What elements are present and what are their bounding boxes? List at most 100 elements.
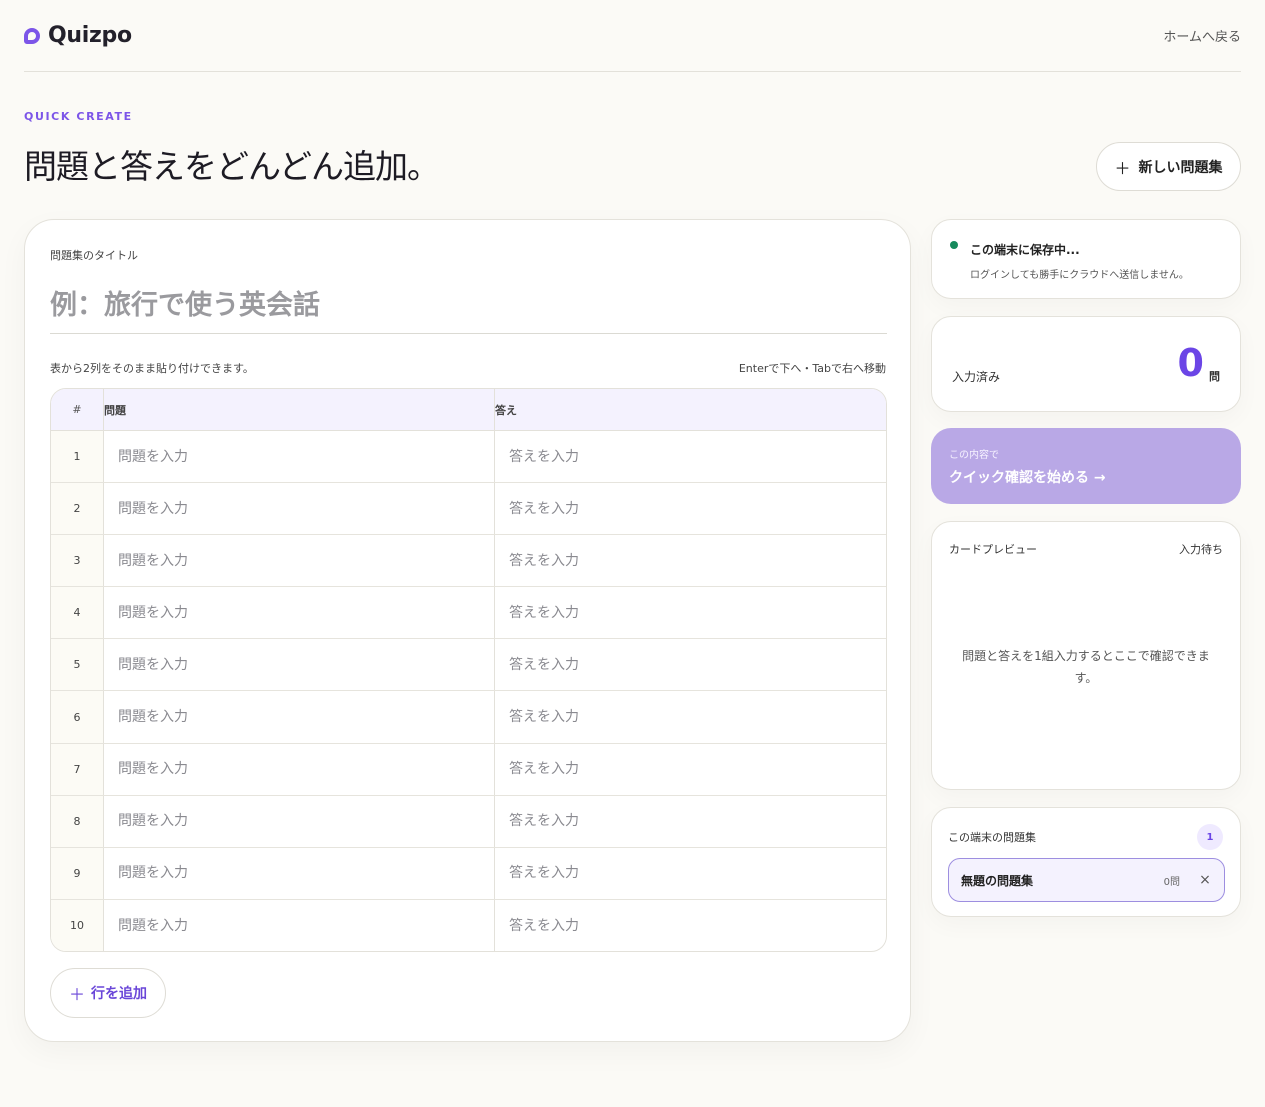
answer-cell: [494, 743, 886, 795]
table-row: 4: [51, 587, 886, 640]
plus-icon: ＋: [68, 985, 85, 1004]
qa-table: # 問題 答え 12345678910: [50, 388, 887, 952]
question-input[interactable]: [104, 431, 494, 483]
save-status-subtitle: ログインしても勝手にクラウドへ送信しません。: [970, 270, 1189, 281]
plus-icon: ＋: [1114, 158, 1131, 178]
card-preview-label: カードプレビュー: [949, 543, 1037, 556]
entered-count-unit: 問: [1209, 370, 1220, 383]
column-header-num: #: [72, 403, 82, 416]
answer-cell: [494, 535, 886, 587]
row-number: 1: [51, 431, 103, 483]
keyboard-hint: Enterで下へ・Tabで右へ移動: [738, 362, 886, 375]
answer-cell: [494, 847, 886, 899]
entered-count-value: 0: [1177, 341, 1204, 385]
top-bar: Quizpo ホームへ戻る: [24, 0, 1241, 72]
row-number: 10: [51, 899, 103, 951]
answer-input[interactable]: [495, 847, 886, 899]
table-row: 3: [51, 535, 886, 588]
column-header-question: 問題: [103, 389, 494, 430]
question-cell: [103, 795, 494, 847]
question-input[interactable]: [104, 899, 494, 951]
status-dot-icon: [950, 241, 958, 249]
table-row: 2: [51, 483, 886, 536]
card-preview-message: 問題と答えを1組入力するとここで確認できます。: [962, 649, 1210, 685]
answer-input[interactable]: [495, 431, 886, 483]
answer-input[interactable]: [495, 795, 886, 847]
row-number: 9: [51, 847, 103, 899]
answer-input[interactable]: [495, 535, 886, 587]
local-sets-label: この端末の問題集: [948, 831, 1036, 844]
answer-input[interactable]: [495, 691, 886, 743]
new-set-button[interactable]: ＋ 新しい問題集: [1096, 142, 1241, 191]
answer-input[interactable]: [495, 743, 886, 795]
answer-cell: [494, 587, 886, 639]
answer-cell: [494, 431, 886, 483]
question-cell: [103, 431, 494, 483]
page-title: 問題と答えをどんどん追加。: [24, 147, 440, 186]
title-label: 問題集のタイトル: [50, 249, 138, 262]
question-input[interactable]: [104, 847, 494, 899]
row-number: 4: [51, 587, 103, 639]
answer-cell: [494, 483, 886, 535]
question-cell: [103, 639, 494, 691]
question-input[interactable]: [104, 795, 494, 847]
local-sets-card: この端末の問題集 1 無題の問題集 0問 ×: [931, 807, 1241, 917]
brand-name: Quizpo: [48, 23, 132, 48]
table-row: 10: [51, 899, 886, 951]
answer-input[interactable]: [495, 899, 886, 951]
start-quick-check-button[interactable]: この内容で クイック確認を始める →: [931, 428, 1241, 504]
set-item-name: 無題の問題集: [961, 873, 1034, 888]
set-list-item[interactable]: 無題の問題集 0問 ×: [948, 858, 1225, 902]
entered-count-label: 入力済み: [952, 370, 1001, 384]
table-row: 6: [51, 691, 886, 744]
answer-input[interactable]: [495, 483, 886, 535]
entered-count-card: 入力済み 0 問: [931, 316, 1241, 412]
table-row: 8: [51, 795, 886, 848]
row-number: 5: [51, 639, 103, 691]
question-cell: [103, 691, 494, 743]
question-cell: [103, 743, 494, 795]
answer-input[interactable]: [495, 587, 886, 639]
answer-cell: [494, 639, 886, 691]
add-row-button-label: 行を追加: [91, 986, 147, 1002]
question-cell: [103, 587, 494, 639]
answer-cell: [494, 899, 886, 951]
home-link[interactable]: ホームへ戻る: [1163, 26, 1241, 45]
delete-set-icon[interactable]: ×: [1198, 872, 1212, 888]
question-input[interactable]: [104, 535, 494, 587]
save-status-card: この端末に保存中... ログインしても勝手にクラウドへ送信しません。: [931, 219, 1241, 299]
eyebrow-label: QUICK CREATE: [24, 110, 133, 123]
local-sets-count-badge: 1: [1197, 824, 1223, 850]
quizpo-logo-icon: [24, 27, 40, 44]
card-preview-status: 入力待ち: [1179, 543, 1223, 556]
save-status-title: この端末に保存中...: [970, 243, 1080, 257]
card-preview-panel: カードプレビュー 入力待ち 問題と答えを1組入力するとここで確認できます。: [931, 521, 1241, 790]
row-number: 6: [51, 691, 103, 743]
table-row: 1: [51, 431, 886, 484]
table-row: 9: [51, 847, 886, 900]
question-input[interactable]: [104, 483, 494, 535]
set-item-count: 0問: [1163, 876, 1180, 888]
paste-hint: 表から2列をそのまま貼り付けできます。: [50, 362, 254, 375]
row-number: 8: [51, 795, 103, 847]
table-row: 5: [51, 639, 886, 692]
row-number: 2: [51, 483, 103, 535]
editor-card: 問題集のタイトル 表から2列をそのまま貼り付けできます。 Enterで下へ・Ta…: [24, 219, 911, 1042]
question-cell: [103, 535, 494, 587]
answer-cell: [494, 795, 886, 847]
question-cell: [103, 899, 494, 951]
row-number: 7: [51, 743, 103, 795]
table-row: 7: [51, 743, 886, 796]
column-header-answer: 答え: [494, 389, 886, 430]
question-input[interactable]: [104, 691, 494, 743]
answer-input[interactable]: [495, 639, 886, 691]
add-row-button[interactable]: ＋ 行を追加: [50, 968, 166, 1018]
new-set-button-label: 新しい問題集: [1138, 159, 1223, 176]
question-input[interactable]: [104, 587, 494, 639]
question-input[interactable]: [104, 743, 494, 795]
brand[interactable]: Quizpo: [24, 23, 132, 48]
question-input[interactable]: [104, 639, 494, 691]
start-button-title: クイック確認を始める →: [949, 470, 1106, 486]
set-title-input[interactable]: [50, 278, 887, 334]
row-number: 3: [51, 535, 103, 587]
